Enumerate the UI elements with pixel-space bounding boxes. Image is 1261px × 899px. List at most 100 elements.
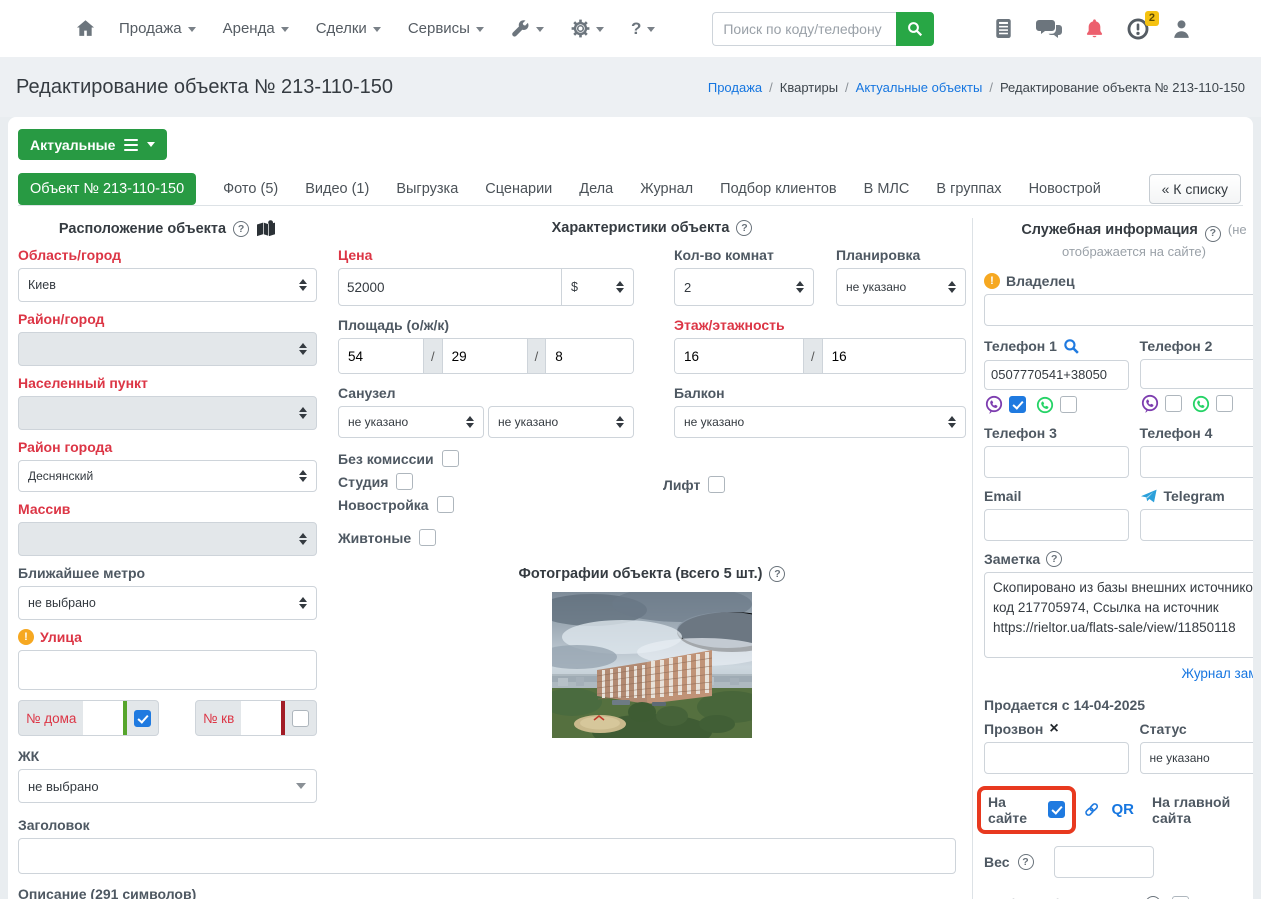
- phone1-input[interactable]: [984, 359, 1129, 390]
- price-input[interactable]: [338, 268, 562, 306]
- link-icon[interactable]: [1084, 801, 1099, 818]
- tab-vygruzka[interactable]: Выгрузка: [396, 173, 458, 205]
- phone1-viber-checkbox[interactable]: [1009, 396, 1026, 414]
- owner-input[interactable]: [984, 293, 1253, 326]
- field-label: Ближайшее метро: [18, 565, 146, 581]
- tab-dela[interactable]: Дела: [579, 173, 613, 205]
- floors-total-input[interactable]: [822, 339, 965, 373]
- location-section: Расположение объекта ? Область/город Кие…: [18, 218, 317, 803]
- apartment-number-checkbox[interactable]: [292, 709, 309, 727]
- breadcrumb-prodazha[interactable]: Продажа: [708, 80, 762, 95]
- apartment-number-input[interactable]: [241, 701, 282, 735]
- massiv-select[interactable]: [18, 522, 317, 556]
- layout-select[interactable]: не указано: [836, 268, 966, 306]
- area-total-input[interactable]: [339, 339, 423, 373]
- tab-object[interactable]: Объект № 213-110-150: [18, 173, 197, 205]
- nav-arenda[interactable]: Аренда: [223, 20, 289, 37]
- phone2-input[interactable]: [1139, 358, 1253, 389]
- metro-select[interactable]: не выбрано: [18, 586, 317, 620]
- bathroom-select-1[interactable]: не указано: [338, 406, 484, 438]
- street-input[interactable]: [18, 650, 317, 690]
- object-title-input[interactable]: [18, 838, 956, 874]
- weight-input[interactable]: [1053, 845, 1154, 878]
- on-site-checkbox[interactable]: [1048, 801, 1066, 819]
- ligapro-row: В общую базу LigaPro ?: [984, 895, 1253, 899]
- field-label: Площадь (о/ж/к): [338, 317, 450, 333]
- floor-input[interactable]: [675, 339, 803, 373]
- prozvon-input[interactable]: [984, 741, 1129, 774]
- note-textarea[interactable]: Скопировано из базы внешних источников, …: [984, 571, 1253, 658]
- house-number-checkbox[interactable]: [133, 709, 151, 727]
- raion-goroda-select[interactable]: Деснянский: [18, 460, 317, 492]
- tab-photo[interactable]: Фото (5): [223, 173, 278, 205]
- nas-punkt-select[interactable]: [18, 396, 317, 430]
- tab-podbor[interactable]: Подбор клиентов: [720, 173, 836, 205]
- balcony-select[interactable]: не указано: [674, 406, 966, 438]
- help-icon[interactable]: ?: [233, 221, 250, 237]
- prozvon-clear-icon[interactable]: ×: [1049, 720, 1058, 737]
- user-profile-icon[interactable]: [1172, 19, 1191, 39]
- status-dropdown-button[interactable]: Актуальные: [18, 129, 168, 160]
- search-button[interactable]: [896, 11, 935, 46]
- help-icon[interactable]: ?: [736, 220, 753, 236]
- house-number-input[interactable]: [83, 701, 124, 735]
- email-input[interactable]: [984, 508, 1129, 541]
- new-building-checkbox[interactable]: [436, 496, 454, 513]
- messages-icon[interactable]: [1036, 18, 1062, 39]
- bathroom-select-2[interactable]: не указано: [488, 406, 634, 438]
- pets-checkbox[interactable]: [419, 529, 437, 546]
- help-icon[interactable]: ?: [1046, 550, 1063, 567]
- page-title: Редактирование объекта № 213-110-150: [16, 75, 393, 98]
- currency-select[interactable]: $: [562, 268, 634, 306]
- nav-sdelki[interactable]: Сделки: [316, 20, 381, 37]
- page-header: Редактирование объекта № 213-110-150 Про…: [0, 57, 1261, 117]
- tab-scenarii[interactable]: Сценарии: [485, 173, 552, 205]
- alerts-icon[interactable]: 2: [1127, 10, 1159, 40]
- map-icon[interactable]: [256, 220, 276, 238]
- ligapro-checkbox[interactable]: [1171, 895, 1189, 899]
- field-label: Населенный пункт: [18, 375, 148, 391]
- elevator-checkbox[interactable]: [708, 476, 726, 493]
- phone3-input[interactable]: [984, 445, 1129, 478]
- help-menu[interactable]: ?: [631, 19, 656, 39]
- phone-search-icon[interactable]: [1063, 338, 1080, 355]
- nav-servisy[interactable]: Сервисы: [408, 20, 484, 37]
- notes-log-link[interactable]: Журнал заметок: [1182, 666, 1254, 681]
- object-photo[interactable]: [552, 592, 752, 738]
- search-input[interactable]: [712, 11, 897, 46]
- oblast-select[interactable]: Киев: [18, 268, 317, 302]
- characteristics-section: Характеристики объекта ? Цена $ Кол: [317, 218, 966, 803]
- area-kitchen-input[interactable]: [546, 339, 633, 373]
- status-select[interactable]: не указано: [1139, 741, 1253, 774]
- tab-mls[interactable]: В МЛС: [864, 173, 910, 205]
- journal-icon[interactable]: [994, 18, 1013, 39]
- phone2-whatsapp-checkbox[interactable]: [1215, 395, 1233, 413]
- nav-prodazha[interactable]: Продажа: [119, 20, 196, 37]
- green-indicator-bar: [123, 701, 127, 735]
- studio-checkbox[interactable]: [396, 473, 414, 490]
- phone2-viber-checkbox[interactable]: [1164, 395, 1182, 413]
- help-icon[interactable]: ?: [1017, 853, 1034, 870]
- tab-gruppy[interactable]: В группах: [936, 173, 1001, 205]
- phone4-input[interactable]: [1139, 445, 1253, 478]
- help-icon[interactable]: ?: [769, 566, 786, 582]
- tab-zhurnal[interactable]: Журнал: [640, 173, 693, 205]
- home-icon[interactable]: [76, 19, 95, 38]
- settings-menu[interactable]: [571, 19, 604, 38]
- back-to-list-button[interactable]: « К списку: [1148, 174, 1241, 204]
- area-living-input[interactable]: [442, 339, 527, 373]
- breadcrumb-kvartiry: Квартиры: [779, 79, 839, 95]
- tools-menu[interactable]: [511, 19, 544, 38]
- qr-link[interactable]: QR: [1112, 801, 1135, 818]
- tab-novostroy[interactable]: Новострой: [1029, 173, 1101, 205]
- phone1-whatsapp-checkbox[interactable]: [1060, 396, 1077, 414]
- notifications-bell-icon[interactable]: [1085, 18, 1104, 39]
- breadcrumb-aktualnye[interactable]: Актуальные объекты: [856, 80, 983, 95]
- help-icon[interactable]: ?: [1204, 225, 1221, 242]
- raion-gorod-select[interactable]: [18, 332, 317, 366]
- telegram-input[interactable]: [1139, 508, 1253, 541]
- rooms-select[interactable]: 2: [674, 268, 814, 306]
- zhk-select[interactable]: не выбрано: [18, 769, 317, 803]
- no-commission-checkbox[interactable]: [441, 450, 459, 467]
- tab-video[interactable]: Видео (1): [305, 173, 369, 205]
